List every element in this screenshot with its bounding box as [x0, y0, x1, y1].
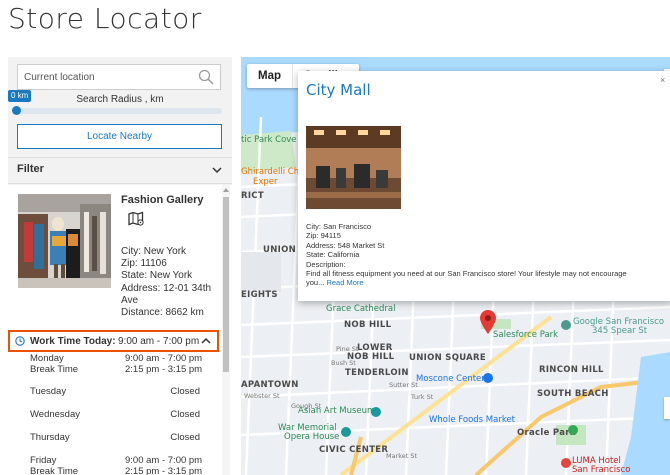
search-icon[interactable]: [198, 69, 214, 85]
schedule-day: Monday: [30, 353, 64, 364]
store-details: City: New York Zip: 11106 State: New Yor…: [121, 246, 221, 319]
store-map-marker-icon[interactable]: [480, 310, 496, 334]
map-label-grace-cathedral: Grace Cathedral: [326, 304, 396, 314]
chevron-down-icon: [212, 167, 222, 174]
break-time-value: 2:15 pm - 3:15 pm: [125, 364, 203, 375]
store-photo[interactable]: [18, 194, 111, 288]
store-city: City: New York: [121, 246, 187, 257]
theater-icon: [341, 427, 351, 437]
map-directions-icon[interactable]: [128, 211, 144, 227]
clock-icon: [15, 336, 25, 346]
store-address: Address: 12-01 34th Ave: [121, 282, 212, 306]
locate-nearby-button[interactable]: Locate Nearby: [17, 124, 222, 149]
radius-slider-track[interactable]: [17, 108, 222, 114]
location-search-input[interactable]: [18, 65, 205, 89]
break-time-label: Break Time: [30, 466, 79, 475]
schedule-row: Thursday Closed: [30, 432, 212, 444]
map-label-tenderloin: TENDERLOIN: [345, 368, 409, 378]
map-label-japantown: APANTOWN: [241, 380, 299, 390]
schedule-hours: 9:00 am - 7:00 pm: [125, 455, 203, 466]
map-label-south-beach: SOUTH BEACH: [537, 389, 609, 399]
info-zip: Zip: 94115: [306, 231, 341, 241]
tab-map[interactable]: Map: [247, 64, 292, 88]
map-label-salesforce-park: Salesforce Park: [493, 330, 559, 340]
map-label-turk-st: Turk St: [411, 393, 434, 401]
map-label-webster-st: Webster St: [244, 392, 280, 400]
hotel-icon: [561, 458, 571, 468]
map-label-exploratorium: Exper: [253, 177, 278, 187]
work-time-today-label: Work Time Today:: [30, 336, 116, 347]
read-more-link[interactable]: Read More: [326, 278, 363, 287]
info-description-ellipsis: you...: [306, 278, 325, 288]
office-icon: [561, 320, 571, 330]
schedule-day: Friday: [30, 455, 57, 466]
work-time-today-toggle[interactable]: Work Time Today: 9:00 am - 7:00 pm: [8, 330, 219, 352]
map-label-moscone-center: Moscone Center: [416, 374, 485, 384]
map-label-civic-center: CIVIC CENTER: [319, 445, 389, 455]
schedule-hours: Closed: [170, 432, 200, 443]
info-address: Address: 548 Market St: [306, 240, 385, 250]
map-label-rincon-hill: RINCON HILL: [539, 365, 604, 375]
info-window-details: City: San Francisco Zip: 94115 Address: …: [306, 222, 666, 288]
store-zip: Zip: 11106: [121, 258, 167, 270]
store-info-window: City Mall × City: San Francisco Zip: 941…: [298, 71, 670, 301]
schedule-row: Wednesday Closed: [30, 409, 212, 421]
schedule-hours: Closed: [170, 386, 200, 397]
store-map[interactable]: tic Park Cove Ghirardelli Choc Exper RIC…: [241, 57, 670, 475]
map-label-district: RICT: [241, 191, 264, 201]
schedule-day: Wednesday: [30, 409, 80, 420]
search-radius-label: Search Radius , km: [76, 94, 164, 105]
info-window-title[interactable]: City Mall: [306, 81, 371, 99]
schedule-break-row: Break Time 2:15 pm - 3:15 pm: [30, 466, 212, 475]
info-description-label: Description:: [306, 259, 346, 269]
venue-icon: [483, 373, 493, 383]
scroll-up-arrow-icon[interactable]: [222, 187, 230, 193]
map-label-opera-house: Opera House: [284, 432, 340, 442]
schedule-day: Thursday: [30, 432, 70, 443]
stadium-icon: [568, 425, 578, 435]
museum-icon: [371, 407, 381, 417]
map-label-oracle-park: Oracle Park: [517, 428, 576, 438]
info-state: State: California: [306, 250, 360, 260]
map-label-union-square: UNION SQUARE: [409, 353, 486, 363]
map-label-market-st: Market St: [386, 452, 418, 460]
break-time-value: 2:15 pm - 3:15 pm: [125, 466, 203, 475]
schedule-row: Tuesday Closed: [30, 386, 212, 398]
location-search-box[interactable]: [17, 64, 221, 90]
map-label-luma-hotel-city: San Francisco: [572, 465, 631, 475]
store-search-panel: Search Radius , km 0 km Locate Nearby Fi…: [8, 57, 232, 475]
info-description: Find all fitness equipment you need at o…: [306, 269, 627, 279]
store-name[interactable]: Fashion Gallery: [121, 194, 204, 206]
map-zoom-control[interactable]: [664, 397, 670, 419]
radius-value-badge: 0 km: [8, 90, 32, 102]
filter-label: Filter: [17, 163, 44, 175]
scrollbar-thumb[interactable]: [223, 197, 229, 372]
map-label-heights: EIGHTS: [241, 290, 278, 300]
map-label-park: tic Park Cove: [241, 135, 297, 145]
store-distance: Distance: 8662 km: [121, 307, 204, 319]
break-time-label: Break Time: [30, 364, 79, 375]
work-time-today-value: 9:00 am - 7:00 pm: [118, 336, 200, 347]
schedule-hours: 9:00 am - 7:00 pm: [125, 353, 203, 364]
page-title: Store Locator: [8, 2, 202, 35]
schedule-hours: Closed: [170, 409, 200, 420]
info-city: City: San Francisco: [306, 222, 372, 231]
map-label-whole-foods: Whole Foods Market: [429, 415, 516, 425]
filter-toggle[interactable]: Filter: [8, 157, 232, 184]
map-label-nob-hill: NOB HILL: [344, 320, 392, 330]
schedule-day: Tuesday: [30, 386, 67, 397]
map-label-sutter-st: Sutter St: [389, 381, 418, 389]
info-description-end: you... Read More: [306, 278, 666, 287]
close-icon[interactable]: ×: [660, 75, 668, 85]
store-state: State: New York: [121, 270, 193, 282]
schedule-break-row: Break Time 2:15 pm - 3:15 pm: [30, 364, 212, 376]
chevron-up-icon: [201, 337, 211, 344]
radius-slider-handle[interactable]: [12, 106, 21, 115]
map-label-asian-art-museum: Asian Art Museum: [298, 406, 376, 416]
map-label-google-sf-address: 345 Spear St: [592, 326, 648, 336]
map-label-lower-nob-hill-2: NOB HILL: [347, 352, 395, 362]
info-window-photo: [306, 126, 401, 209]
